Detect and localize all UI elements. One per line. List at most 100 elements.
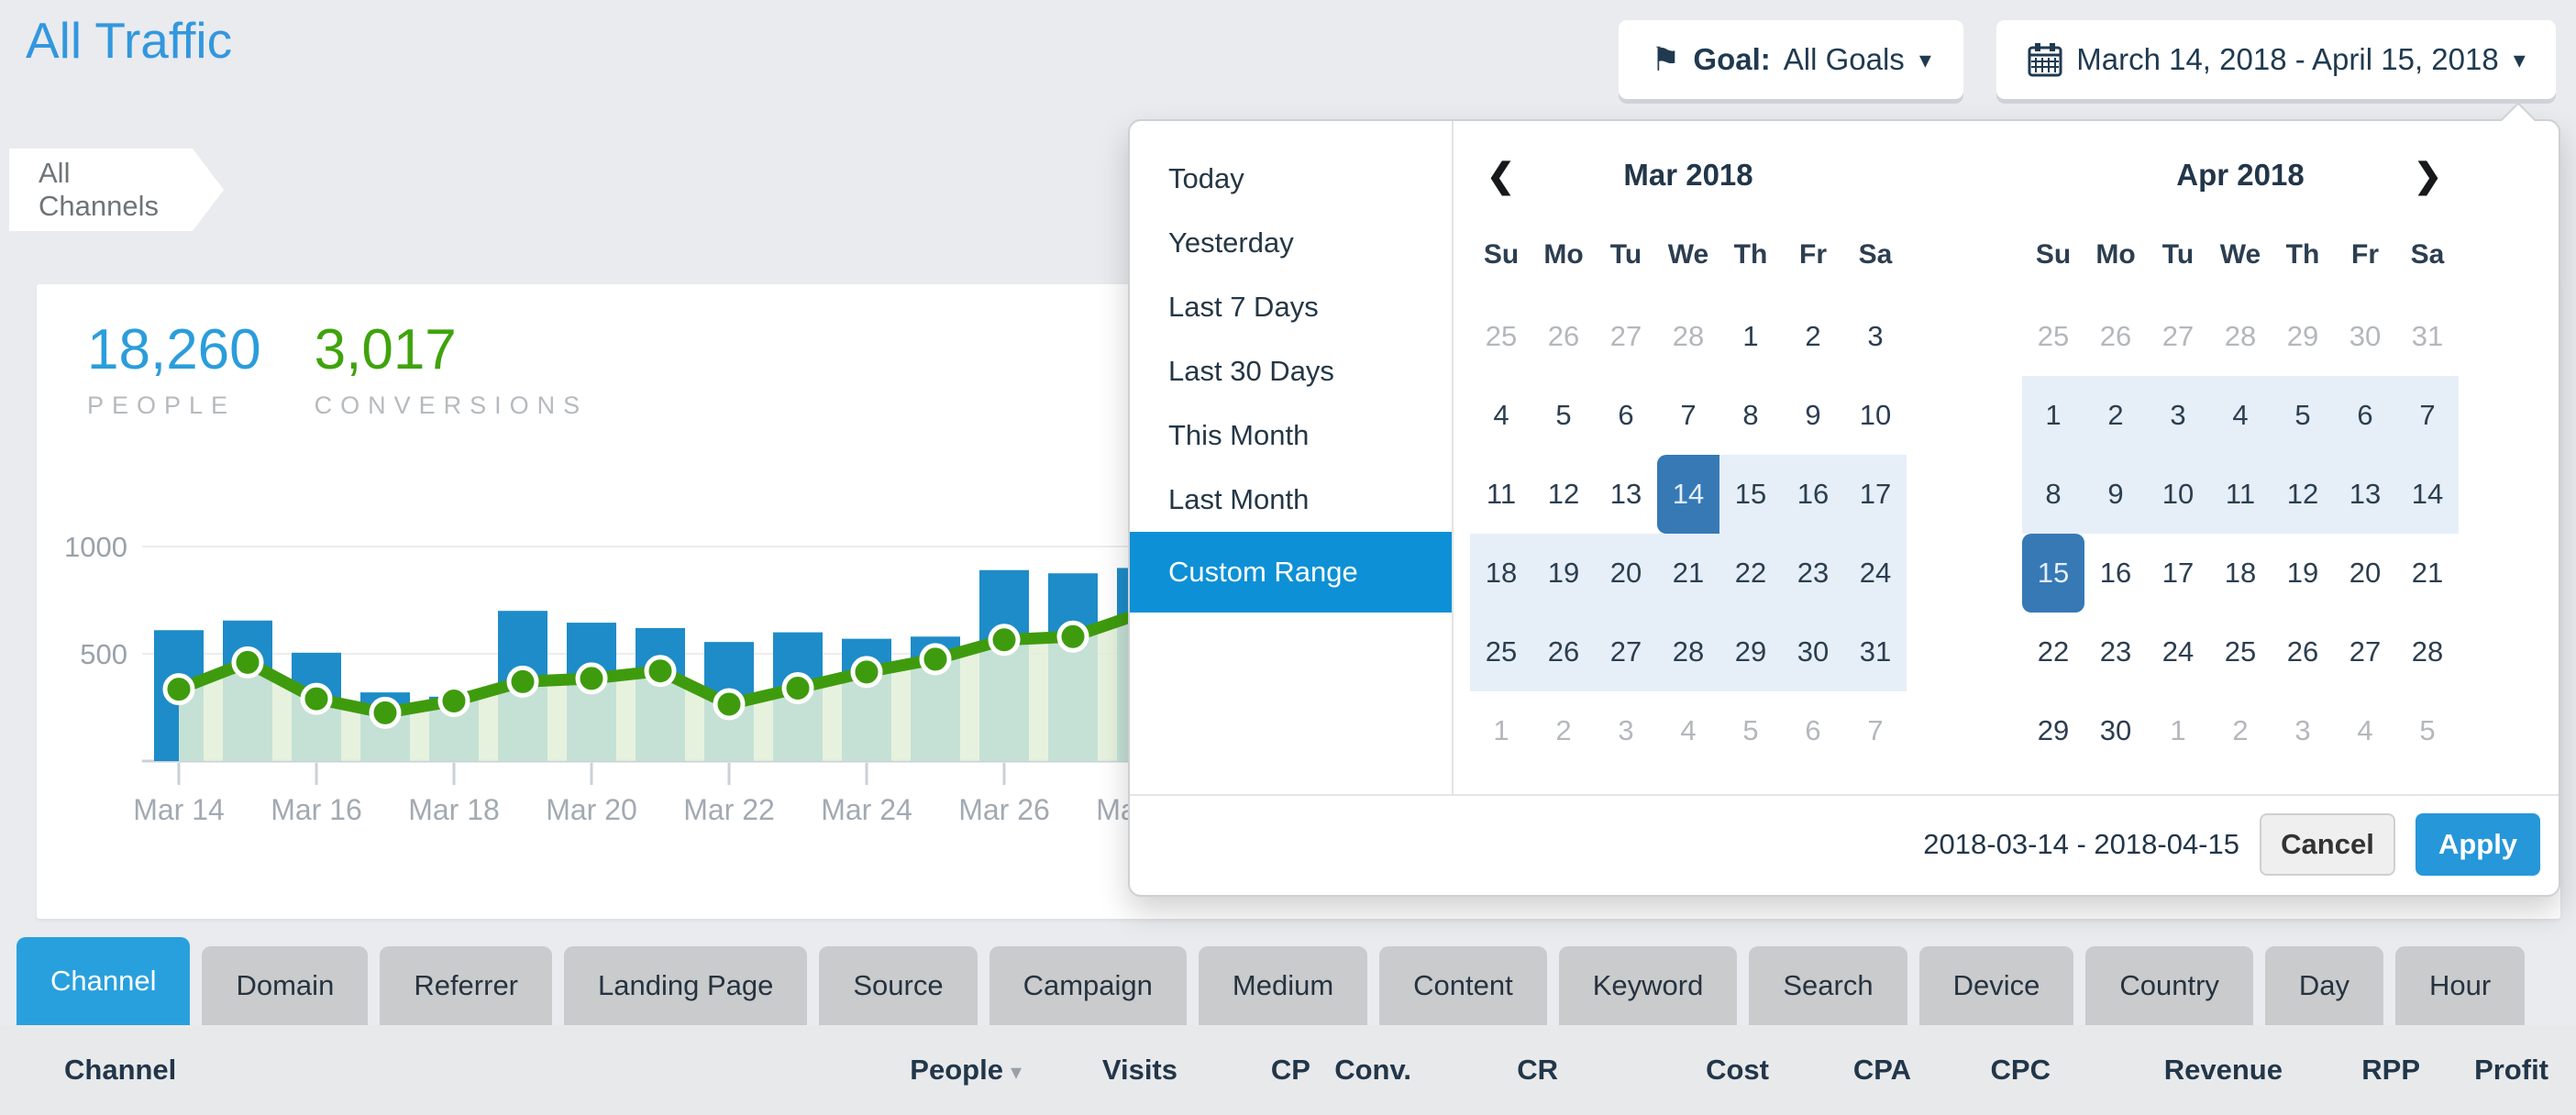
day-cell[interactable]: 3 [2272, 691, 2334, 770]
day-cell[interactable]: 23 [1782, 534, 1844, 613]
day-cell[interactable]: 1 [1719, 297, 1782, 376]
day-cell[interactable]: 26 [2272, 613, 2334, 691]
day-cell[interactable]: 15 [1719, 455, 1782, 534]
preset-last-month[interactable]: Last Month [1130, 468, 1452, 532]
day-cell[interactable]: 26 [1532, 297, 1595, 376]
tab-referrer[interactable]: Referrer [380, 946, 552, 1025]
day-cell[interactable]: 31 [2396, 297, 2459, 376]
tab-source[interactable]: Source [819, 946, 977, 1025]
goal-selector-button[interactable]: ⚑ Goal: All Goals ▾ [1619, 20, 1963, 99]
day-cell[interactable]: 30 [2084, 691, 2147, 770]
column-header-people[interactable]: People▾ [847, 1054, 1022, 1087]
day-cell[interactable]: 18 [1470, 534, 1532, 613]
day-cell[interactable]: 19 [2272, 534, 2334, 613]
tab-domain[interactable]: Domain [202, 946, 368, 1025]
date-range-button[interactable]: March 14, 2018 - April 15, 2018 ▾ [1996, 20, 2556, 99]
preset-this-month[interactable]: This Month [1130, 403, 1452, 468]
preset-yesterday[interactable]: Yesterday [1130, 211, 1452, 275]
column-header-revenue[interactable]: Revenue [2051, 1054, 2283, 1087]
day-cell[interactable]: 13 [1595, 455, 1657, 534]
day-cell[interactable]: 7 [2396, 376, 2459, 455]
day-cell[interactable]: 17 [1844, 455, 1907, 534]
day-cell[interactable]: 9 [1782, 376, 1844, 455]
day-cell[interactable]: 8 [1719, 376, 1782, 455]
column-header-cr[interactable]: CR [1411, 1054, 1558, 1087]
day-cell[interactable]: 26 [1532, 613, 1595, 691]
day-cell[interactable]: 26 [2084, 297, 2147, 376]
breadcrumb-all-channels[interactable]: All Channels [9, 149, 193, 231]
day-cell[interactable]: 3 [1595, 691, 1657, 770]
day-cell[interactable]: 28 [1657, 297, 1719, 376]
day-cell[interactable]: 24 [1844, 534, 1907, 613]
day-cell[interactable]: 9 [2084, 455, 2147, 534]
day-cell[interactable]: 22 [1719, 534, 1782, 613]
day-cell[interactable]: 16 [1782, 455, 1844, 534]
day-cell[interactable]: 8 [2022, 455, 2084, 534]
day-cell[interactable]: 30 [2334, 297, 2396, 376]
day-cell[interactable]: 15 [2022, 534, 2084, 613]
day-cell[interactable]: 20 [1595, 534, 1657, 613]
day-cell[interactable]: 27 [1595, 297, 1657, 376]
column-header-cp[interactable]: CP [1177, 1054, 1310, 1087]
day-cell[interactable]: 2 [2084, 376, 2147, 455]
day-cell[interactable]: 18 [2209, 534, 2272, 613]
day-cell[interactable]: 11 [2209, 455, 2272, 534]
column-header-rpp[interactable]: RPP [2283, 1054, 2420, 1087]
day-cell[interactable]: 19 [1532, 534, 1595, 613]
day-cell[interactable]: 29 [2272, 297, 2334, 376]
day-cell[interactable]: 3 [1844, 297, 1907, 376]
day-cell[interactable]: 27 [2147, 297, 2209, 376]
day-cell[interactable]: 14 [2396, 455, 2459, 534]
tab-campaign[interactable]: Campaign [989, 946, 1187, 1025]
day-cell[interactable]: 5 [1719, 691, 1782, 770]
column-header-cpc[interactable]: CPC [1911, 1054, 2051, 1087]
day-cell[interactable]: 29 [1719, 613, 1782, 691]
day-cell[interactable]: 10 [1844, 376, 1907, 455]
day-cell[interactable]: 5 [1532, 376, 1595, 455]
preset-last-7-days[interactable]: Last 7 Days [1130, 275, 1452, 339]
column-header-cpa[interactable]: CPA [1769, 1054, 1911, 1087]
preset-today[interactable]: Today [1130, 147, 1452, 211]
cancel-button[interactable]: Cancel [2260, 813, 2395, 876]
tab-country[interactable]: Country [2085, 946, 2253, 1025]
day-cell[interactable]: 24 [2147, 613, 2209, 691]
tab-medium[interactable]: Medium [1199, 946, 1367, 1025]
day-cell[interactable]: 21 [2396, 534, 2459, 613]
day-cell[interactable]: 17 [2147, 534, 2209, 613]
day-cell[interactable]: 25 [1470, 297, 1532, 376]
tab-channel[interactable]: Channel [17, 937, 190, 1025]
tab-search[interactable]: Search [1749, 946, 1907, 1025]
day-cell[interactable]: 6 [2334, 376, 2396, 455]
day-cell[interactable]: 3 [2147, 376, 2209, 455]
day-cell[interactable]: 27 [2334, 613, 2396, 691]
day-cell[interactable]: 5 [2272, 376, 2334, 455]
column-header-conv[interactable]: Conv. [1310, 1054, 1411, 1087]
preset-last-30-days[interactable]: Last 30 Days [1130, 339, 1452, 403]
apply-button[interactable]: Apply [2416, 813, 2540, 876]
day-cell[interactable]: 22 [2022, 613, 2084, 691]
day-cell[interactable]: 28 [2209, 297, 2272, 376]
day-cell[interactable]: 23 [2084, 613, 2147, 691]
day-cell[interactable]: 6 [1782, 691, 1844, 770]
day-cell[interactable]: 7 [1657, 376, 1719, 455]
tab-landing-page[interactable]: Landing Page [564, 946, 807, 1025]
day-cell[interactable]: 20 [2334, 534, 2396, 613]
column-header-cost[interactable]: Cost [1558, 1054, 1769, 1087]
column-header-channel[interactable]: Channel [0, 1054, 847, 1087]
preset-custom-range[interactable]: Custom Range [1130, 532, 1452, 613]
day-cell[interactable]: 4 [2209, 376, 2272, 455]
tab-keyword[interactable]: Keyword [1559, 946, 1738, 1025]
day-cell[interactable]: 1 [2022, 376, 2084, 455]
day-cell[interactable]: 25 [1470, 613, 1532, 691]
day-cell[interactable]: 25 [2022, 297, 2084, 376]
next-month-chevron-icon[interactable]: ❯ [2414, 156, 2442, 195]
day-cell[interactable]: 12 [1532, 455, 1595, 534]
day-cell[interactable]: 12 [2272, 455, 2334, 534]
day-cell[interactable]: 1 [2147, 691, 2209, 770]
day-cell[interactable]: 7 [1844, 691, 1907, 770]
day-cell[interactable]: 2 [1782, 297, 1844, 376]
day-cell[interactable]: 4 [1470, 376, 1532, 455]
day-cell[interactable]: 11 [1470, 455, 1532, 534]
day-cell[interactable]: 2 [2209, 691, 2272, 770]
day-cell[interactable]: 21 [1657, 534, 1719, 613]
